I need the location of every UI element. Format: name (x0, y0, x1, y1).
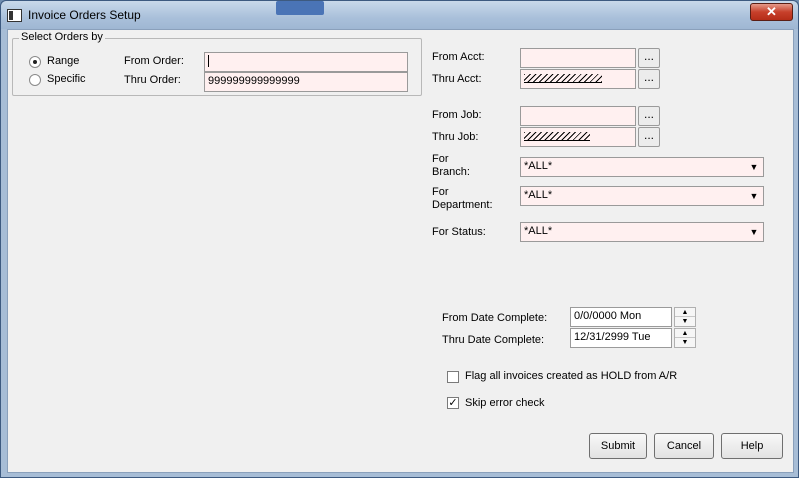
from-job-label: From Job: (432, 109, 482, 121)
invoice-orders-setup-window: Invoice Orders Setup ✕ Select Orders by … (0, 0, 799, 478)
chevron-down-icon: ▼ (749, 162, 759, 172)
thru-job-browse-button[interactable]: ... (638, 127, 660, 147)
thru-acct-hatched-value (524, 74, 602, 83)
from-date-spinner[interactable]: ▲ ▼ (674, 307, 696, 327)
thru-acct-browse-button[interactable]: ... (638, 69, 660, 89)
hold-checkbox[interactable] (447, 371, 459, 383)
branch-value: *ALL* (524, 160, 553, 172)
branch-select[interactable]: *ALL* ▼ (520, 157, 764, 177)
thru-job-hatched-value (524, 132, 590, 141)
hold-checkbox-label: Flag all invoices created as HOLD from A… (465, 370, 678, 382)
skip-error-label: Skip error check (465, 397, 545, 409)
department-select[interactable]: *ALL* ▼ (520, 186, 764, 206)
department-label-line1: For (432, 186, 449, 198)
thru-acct-label: Thru Acct: (432, 73, 482, 85)
from-order-label: From Order: (124, 55, 184, 67)
skip-error-checkbox[interactable]: ✓ (447, 397, 459, 409)
thru-date-spinner[interactable]: ▲ ▼ (674, 328, 696, 348)
cancel-button[interactable]: Cancel (654, 433, 714, 459)
background-window-strip (231, 1, 331, 17)
status-value: *ALL* (524, 225, 553, 237)
window-title: Invoice Orders Setup (28, 8, 141, 22)
from-acct-label: From Acct: (432, 51, 485, 63)
status-select[interactable]: *ALL* ▼ (520, 222, 764, 242)
submit-button[interactable]: Submit (589, 433, 647, 459)
spin-up-icon[interactable]: ▲ (675, 329, 695, 338)
thru-date-label: Thru Date Complete: (442, 334, 545, 346)
chevron-down-icon: ▼ (749, 227, 759, 237)
from-order-input[interactable] (204, 52, 408, 72)
title-bar[interactable]: Invoice Orders Setup ✕ (1, 1, 798, 29)
branch-label-line2: Branch: (432, 166, 470, 178)
thru-order-input[interactable]: 999999999999999 (204, 72, 408, 92)
department-value: *ALL* (524, 189, 553, 201)
spin-down-icon[interactable]: ▼ (675, 317, 695, 326)
from-job-browse-button[interactable]: ... (638, 106, 660, 126)
from-date-input[interactable]: 0/0/0000 Mon (570, 307, 672, 327)
department-label-line2: Department: (432, 199, 493, 211)
thru-date-input[interactable]: 12/31/2999 Tue (570, 328, 672, 348)
app-icon (7, 9, 22, 22)
from-acct-browse-button[interactable]: ... (638, 48, 660, 68)
specific-radio[interactable] (29, 74, 41, 86)
thru-job-input[interactable] (520, 127, 636, 147)
close-button[interactable]: ✕ (750, 3, 793, 21)
range-radio[interactable] (29, 56, 41, 68)
select-orders-group: Select Orders by Range Specific From Ord… (12, 31, 422, 96)
branch-label-line1: For (432, 153, 449, 165)
from-date-label: From Date Complete: (442, 312, 548, 324)
select-orders-legend: Select Orders by (19, 31, 105, 43)
thru-acct-input[interactable] (520, 69, 636, 89)
dialog-body: Select Orders by Range Specific From Ord… (7, 29, 794, 473)
check-icon: ✓ (448, 397, 458, 409)
spin-up-icon[interactable]: ▲ (675, 308, 695, 317)
help-button[interactable]: Help (721, 433, 783, 459)
spin-down-icon[interactable]: ▼ (675, 338, 695, 347)
from-acct-input[interactable] (520, 48, 636, 68)
text-cursor (208, 55, 209, 68)
thru-job-label: Thru Job: (432, 131, 479, 143)
specific-label: Specific (47, 73, 86, 85)
status-label: For Status: (432, 226, 486, 238)
thru-order-label: Thru Order: (124, 74, 181, 86)
chevron-down-icon: ▼ (749, 191, 759, 201)
range-label: Range (47, 55, 80, 67)
from-job-input[interactable] (520, 106, 636, 126)
